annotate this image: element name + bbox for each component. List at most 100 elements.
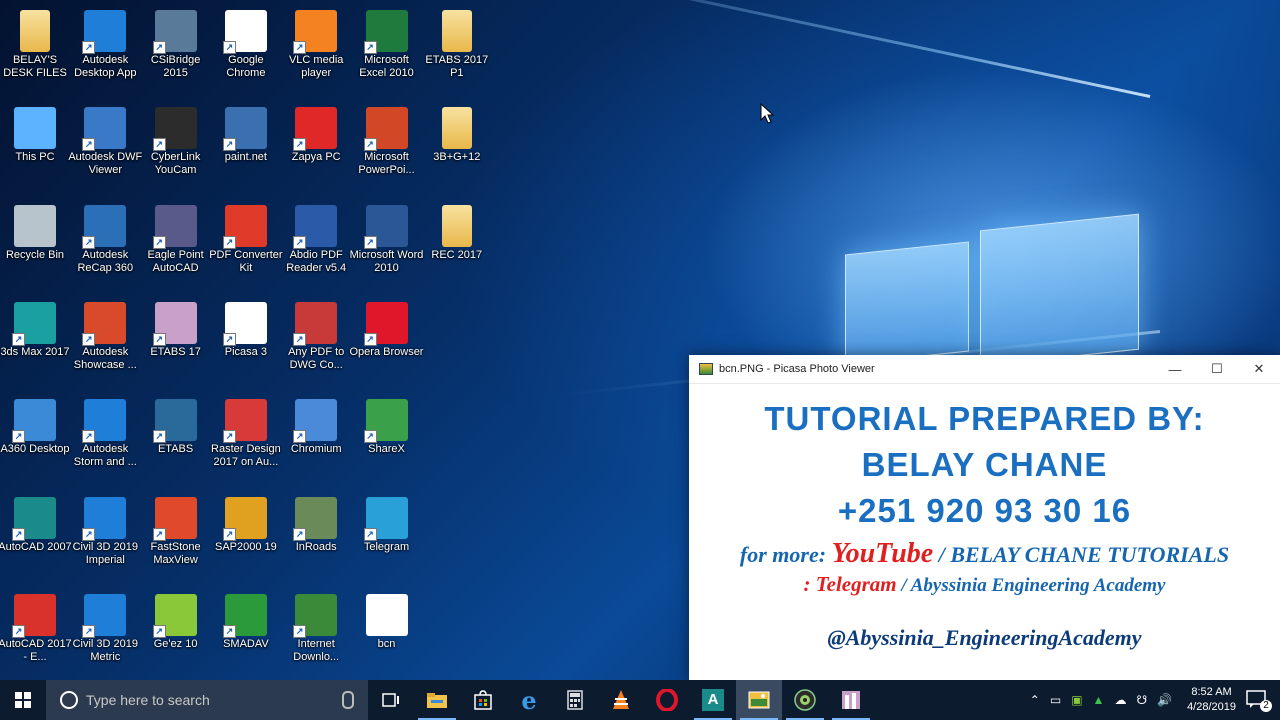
start-button[interactable] — [0, 680, 46, 720]
desktop-shortcut-label: Microsoft PowerPoi... — [358, 151, 415, 177]
desktop-shortcut[interactable]: ↗ A360 Desktop — [0, 393, 70, 485]
desktop-shortcut[interactable]: ↗ Google Chrome — [211, 4, 281, 96]
clock-date: 4/28/2019 — [1187, 701, 1236, 713]
desktop-shortcut[interactable]: ↗ ETABS 17 — [141, 296, 211, 388]
desktop-shortcut[interactable]: ↗ Autodesk DWF Viewer — [68, 101, 142, 193]
taskbar: Type here to search e A ⌃ ▭ ▣ ▲ ☁ ☋ 🔊 8:… — [0, 680, 1280, 720]
desktop-shortcut[interactable]: ↗ Microsoft Excel 2010 — [352, 4, 422, 96]
opera-icon: ↗ — [363, 301, 408, 346]
taskbar-search-box[interactable]: Type here to search — [46, 680, 368, 720]
desktop-shortcut[interactable]: ↗ SMADAV — [211, 588, 281, 680]
desktop-shortcut[interactable]: BELAY'S DESK FILES — [0, 4, 70, 96]
smadav-icon: ↗ — [222, 593, 267, 638]
desktop-shortcut-label: Eagle Point AutoCAD — [147, 248, 204, 274]
desktop-shortcut[interactable]: ↗ paint.net — [211, 101, 281, 193]
network-icon[interactable]: ☋ — [1136, 693, 1147, 707]
picasa-photo-viewer-window[interactable]: bcn.PNG - Picasa Photo Viewer — ☐ ✕ TUTO… — [689, 355, 1280, 680]
shortcut-arrow-icon: ↗ — [12, 624, 25, 638]
clock[interactable]: 8:52 AM 4/28/2019 — [1187, 685, 1236, 715]
shortcut-arrow-icon: ↗ — [222, 527, 236, 541]
chevron-up-icon[interactable]: ⌃ — [1030, 693, 1040, 707]
file-explorer-icon[interactable] — [414, 680, 460, 720]
channel-name: / BELAY CHANE TUTORIALS — [933, 542, 1230, 567]
minimize-icon[interactable]: — — [1154, 362, 1196, 377]
desktop-shortcut[interactable]: ↗ PDF Converter Kit — [209, 199, 283, 291]
desktop-shortcut[interactable]: ↗ Picasa 3 — [211, 296, 281, 388]
shortcut-arrow-icon: ↗ — [82, 41, 96, 54]
recap-icon: ↗ — [82, 204, 127, 249]
window-title: bcn.PNG - Picasa Photo Viewer — [719, 363, 875, 375]
desktop-shortcut[interactable]: ↗ InRoads — [281, 491, 351, 583]
desktop-shortcut[interactable]: ↗ Zapya PC — [281, 101, 351, 193]
desktop-shortcut-label: A360 Desktop — [0, 443, 70, 456]
vlc-icon[interactable] — [598, 680, 644, 720]
desktop-shortcut[interactable]: ↗ Microsoft Word 2010 — [350, 199, 423, 291]
microphone-icon[interactable] — [342, 691, 354, 709]
shortcut-arrow-icon: ↗ — [363, 41, 377, 54]
desktop-shortcut-label: FastStone MaxView — [150, 540, 201, 566]
desktop-shortcut[interactable]: REC 2017 — [422, 199, 492, 291]
shortcut-arrow-icon: ↗ — [293, 624, 307, 638]
notification-center-icon[interactable]: 2 — [1246, 690, 1272, 712]
desktop-shortcut[interactable]: ↗ Autodesk Showcase ... — [70, 296, 140, 388]
desktop-shortcut[interactable]: ↗ 3ds Max 2017 — [0, 296, 70, 388]
desktop-shortcut-label: This PC — [15, 151, 55, 164]
shortcut-arrow-icon: ↗ — [12, 430, 25, 444]
edge-icon[interactable]: e — [506, 680, 552, 720]
etabs-icon[interactable] — [828, 680, 874, 720]
desktop-shortcut-label: paint.net — [224, 151, 267, 164]
desktop-shortcut[interactable]: ↗ SAP2000 19 — [211, 491, 281, 583]
desktop-shortcut[interactable]: ↗ Any PDF to DWG Co... — [281, 296, 351, 388]
desktop-shortcut[interactable]: ↗ Raster Design 2017 on Au... — [211, 393, 281, 485]
desktop-shortcut[interactable]: ↗ VLC media player — [281, 4, 351, 96]
desktop-shortcut-label: ETABS 17 — [150, 345, 201, 358]
desktop-shortcut[interactable]: ↗ ETABS — [141, 393, 211, 485]
desktop-shortcut[interactable]: ↗ Chromium — [281, 393, 351, 485]
shortcut-arrow-icon: ↗ — [152, 624, 166, 638]
desktop-shortcut[interactable]: ETABS 2017 P1 — [422, 4, 492, 96]
picasa-viewer-icon[interactable] — [736, 680, 782, 720]
onedrive-icon[interactable]: ☁ — [1114, 693, 1126, 707]
desktop-shortcut-label: 3B+G+12 — [433, 151, 481, 164]
autocad-icon[interactable]: A — [690, 680, 736, 720]
desktop-shortcut[interactable]: ↗ FastStone MaxView — [141, 491, 211, 583]
desktop-shortcut[interactable]: ↗ Internet Downlo... — [281, 588, 351, 680]
battery-icon[interactable]: ▭ — [1050, 693, 1061, 707]
desktop-shortcut[interactable]: Recycle Bin — [0, 199, 70, 291]
desktop-shortcut[interactable]: ↗ Ge'ez 10 — [141, 588, 211, 680]
tray-app-icon[interactable]: ▣ — [1071, 693, 1082, 707]
close-icon[interactable]: ✕ — [1238, 361, 1280, 377]
desktop-shortcut[interactable]: ↗ Eagle Point AutoCAD — [141, 199, 211, 291]
desktop-shortcut[interactable]: ↗ Autodesk ReCap 360 — [70, 199, 140, 291]
store-icon[interactable] — [460, 680, 506, 720]
desktop-shortcut[interactable]: ↗ Telegram — [352, 491, 422, 583]
desktop-shortcut[interactable]: ↗ Abdio PDF Reader v5.4 — [281, 199, 351, 291]
desktop-shortcut[interactable]: bcn — [352, 588, 422, 680]
desktop-shortcut[interactable]: This PC — [0, 101, 70, 193]
desktop-shortcut[interactable]: ↗ Autodesk Desktop App — [70, 4, 140, 96]
desktop-shortcut[interactable]: ↗ Civil 3D 2019 Imperial — [70, 491, 140, 583]
desktop-shortcut[interactable]: ↗ ShareX — [352, 393, 422, 485]
desktop-shortcut-label: Civil 3D 2019 Metric — [72, 637, 138, 663]
maximize-icon[interactable]: ☐ — [1196, 361, 1238, 377]
folder-icon — [441, 204, 472, 247]
desktop-shortcut[interactable]: ↗ Microsoft PowerPoi... — [352, 101, 422, 193]
inroads-icon: ↗ — [293, 496, 338, 541]
volume-icon[interactable]: 🔊 — [1157, 693, 1172, 707]
desktop-shortcut[interactable]: ↗ CSiBridge 2015 — [141, 4, 211, 96]
desktop-shortcut-label: CyberLink YouCam — [150, 151, 201, 177]
desktop-shortcut[interactable]: 3B+G+12 — [422, 101, 492, 193]
calculator-icon[interactable] — [552, 680, 598, 720]
desktop-shortcut[interactable]: ↗ CyberLink YouCam — [141, 101, 211, 193]
window-titlebar[interactable]: bcn.PNG - Picasa Photo Viewer — ☐ ✕ — [689, 355, 1280, 384]
youcam-icon[interactable] — [782, 680, 828, 720]
desktop-shortcut[interactable]: ↗ AutoCAD 2017 - E... — [0, 588, 72, 680]
desktop-shortcut[interactable]: ↗ Autodesk Storm and ... — [70, 393, 140, 485]
opera-icon[interactable] — [644, 680, 690, 720]
desktop-shortcut[interactable]: ↗ Civil 3D 2019 Metric — [70, 588, 140, 680]
shortcut-arrow-icon: ↗ — [82, 138, 96, 152]
desktop-shortcut[interactable]: ↗ Opera Browser — [350, 296, 423, 388]
desktop-shortcut[interactable]: ↗ AutoCAD 2007 — [0, 491, 72, 583]
tray-smadav-icon[interactable]: ▲ — [1093, 693, 1105, 707]
task-view-icon[interactable] — [368, 680, 414, 720]
